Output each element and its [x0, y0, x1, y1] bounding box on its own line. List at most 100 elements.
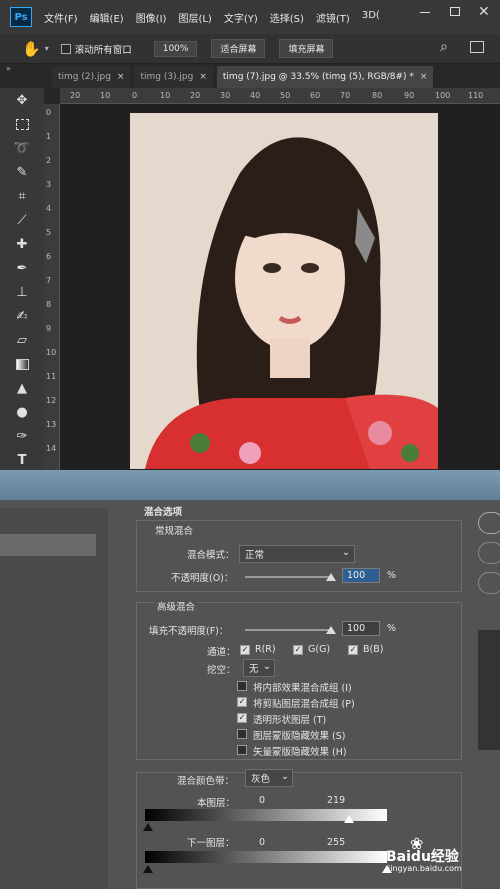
blend-if-select[interactable]: 灰色 ⌄: [245, 769, 293, 787]
channel-g-checkbox[interactable]: ✓: [293, 645, 303, 655]
collapse-icon[interactable]: »: [6, 64, 11, 73]
crop-tool-icon[interactable]: ⌗: [0, 184, 44, 208]
underlying-black-thumb[interactable]: [143, 865, 153, 873]
vector-mask-hides-checkbox[interactable]: [237, 745, 247, 755]
workspace-icon[interactable]: [470, 41, 484, 53]
options-bar: ✋ ▾ 滚动所有窗口 100% 适合屏幕 填充屏幕 ⌕: [0, 34, 500, 64]
ruler-label: 10: [46, 348, 57, 357]
this-layer-max: 219: [327, 795, 346, 806]
opacity-slider-thumb[interactable]: [326, 573, 336, 581]
cancel-button[interactable]: [478, 542, 500, 564]
quick-select-tool-icon[interactable]: ✎: [0, 160, 44, 184]
menu-filter[interactable]: 滤镜(T): [316, 10, 350, 25]
menu-3d[interactable]: 3D(: [362, 10, 380, 25]
ruler-label: 9: [46, 324, 52, 333]
blend-interior-checkbox[interactable]: [237, 681, 247, 691]
portrait-illustration: [130, 113, 438, 470]
tab-timg-7[interactable]: timg (7).jpg @ 33.5% (timg (5), RGB/8#) …: [216, 66, 434, 88]
close-icon[interactable]: ×: [199, 72, 207, 82]
scroll-all-label: 滚动所有窗口: [74, 44, 132, 56]
stamp-tool-icon[interactable]: ⊥: [0, 280, 44, 304]
ruler-label: 10: [100, 91, 111, 100]
healing-tool-icon[interactable]: ✚: [0, 232, 44, 256]
channel-b-checkbox[interactable]: ✓: [348, 645, 358, 655]
move-tool-icon[interactable]: ✥: [0, 88, 44, 112]
scroll-all-checkbox[interactable]: [60, 43, 71, 54]
ruler-label: 30: [220, 91, 231, 100]
transparency-shapes-checkbox[interactable]: ✓: [237, 713, 247, 723]
menu-layer[interactable]: 图层(L): [178, 10, 211, 25]
fill-opacity-slider-thumb[interactable]: [326, 626, 336, 634]
menu-file[interactable]: 文件(F): [44, 10, 78, 25]
ruler-label: 4: [46, 204, 52, 213]
fill-opacity-slider[interactable]: [245, 629, 331, 631]
percent-label: %: [387, 623, 397, 634]
blend-mode-select[interactable]: 正常 ⌄: [239, 545, 355, 563]
underlying-gradient[interactable]: [145, 851, 387, 863]
menu-select[interactable]: 选择(S): [270, 10, 304, 25]
blend-clipped-checkbox[interactable]: ✓: [237, 697, 247, 707]
ok-button[interactable]: [478, 512, 500, 534]
blur-tool-icon[interactable]: ▲: [0, 376, 44, 400]
channel-r-checkbox[interactable]: ✓: [240, 645, 250, 655]
tab-timg-3[interactable]: timg (3).jpg ×: [134, 66, 213, 88]
knockout-select[interactable]: 无 ⌄: [243, 659, 275, 677]
new-style-button[interactable]: [478, 572, 500, 594]
type-tool-icon[interactable]: T: [0, 448, 44, 472]
eraser-tool-icon[interactable]: ▱: [0, 328, 44, 352]
opacity-slider[interactable]: [245, 576, 331, 578]
opacity-input[interactable]: 100: [342, 568, 380, 583]
minimize-icon[interactable]: [420, 12, 430, 13]
hand-icon[interactable]: ✋: [22, 40, 41, 58]
menu-image[interactable]: 图像(I): [136, 10, 167, 25]
gradient-tool-icon[interactable]: [0, 352, 44, 376]
search-icon[interactable]: ⌕: [440, 39, 448, 55]
this-layer-white-thumb[interactable]: [344, 815, 354, 823]
close-icon[interactable]: ×: [117, 72, 125, 82]
fill-screen-button[interactable]: 填充屏幕: [279, 39, 334, 58]
lasso-tool-icon[interactable]: ➰: [0, 136, 44, 160]
menu-items: 文件(F) 编辑(E) 图像(I) 图层(L) 文字(Y) 选择(S) 滤镜(T…: [44, 10, 392, 25]
marquee-tool-icon[interactable]: [0, 112, 44, 136]
dodge-tool-icon[interactable]: ●: [0, 400, 44, 424]
ruler-label: 6: [46, 252, 52, 261]
this-layer-black-thumb[interactable]: [143, 823, 153, 831]
ruler-label: 7: [46, 276, 52, 285]
knockout-value: 无: [249, 664, 259, 675]
blending-options-title: 混合选项: [144, 507, 183, 518]
ruler-label: 50: [280, 91, 291, 100]
chevron-down-icon[interactable]: ▾: [45, 44, 49, 53]
maximize-icon[interactable]: [450, 7, 460, 16]
pen-tool-icon[interactable]: ✑: [0, 424, 44, 448]
close-icon[interactable]: ×: [420, 72, 428, 82]
layer-mask-hides-checkbox[interactable]: [237, 729, 247, 739]
menu-type[interactable]: 文字(Y): [224, 10, 258, 25]
menu-edit[interactable]: 编辑(E): [90, 10, 124, 25]
ruler-label: 5: [46, 228, 52, 237]
brush-tool-icon[interactable]: ✒: [0, 256, 44, 280]
chevron-down-icon: ⌄: [342, 547, 350, 558]
ruler-left: 0 1 2 3 4 5 6 7 8 9 10 11 12 13 14: [44, 104, 60, 470]
this-layer-min: 0: [259, 795, 266, 806]
baidu-url: jingyan.baidu.com: [388, 864, 462, 873]
ruler-label: 8: [46, 300, 52, 309]
document-image[interactable]: [130, 113, 438, 470]
knockout-label: 挖空：: [207, 665, 236, 676]
menu-bar: Ps 文件(F) 编辑(E) 图像(I) 图层(L) 文字(Y) 选择(S) 滤…: [0, 0, 500, 34]
channel-g-label: G(G): [308, 644, 331, 655]
history-brush-tool-icon[interactable]: ✍: [0, 304, 44, 328]
close-icon[interactable]: ✕: [478, 4, 490, 20]
eyedropper-tool-icon[interactable]: ⟋: [0, 208, 44, 232]
chevron-down-icon: ⌄: [281, 771, 289, 782]
ruler-label: 20: [190, 91, 201, 100]
advanced-blending-title: 高级混合: [155, 599, 198, 613]
fit-screen-button[interactable]: 适合屏幕: [211, 39, 266, 58]
blend-clipped-label: 将剪贴图层混合成组 (P): [253, 699, 355, 710]
layer-mask-hides-label: 图层蒙版隐藏效果 (S): [253, 731, 346, 742]
fill-opacity-input[interactable]: 100: [342, 621, 380, 636]
ruler-label: 11: [46, 372, 57, 381]
tab-timg-2[interactable]: timg (2).jpg ×: [52, 66, 131, 88]
zoom-100-button[interactable]: 100%: [153, 40, 198, 57]
selected-style-item[interactable]: [0, 534, 96, 556]
ruler-label: 40: [250, 91, 261, 100]
